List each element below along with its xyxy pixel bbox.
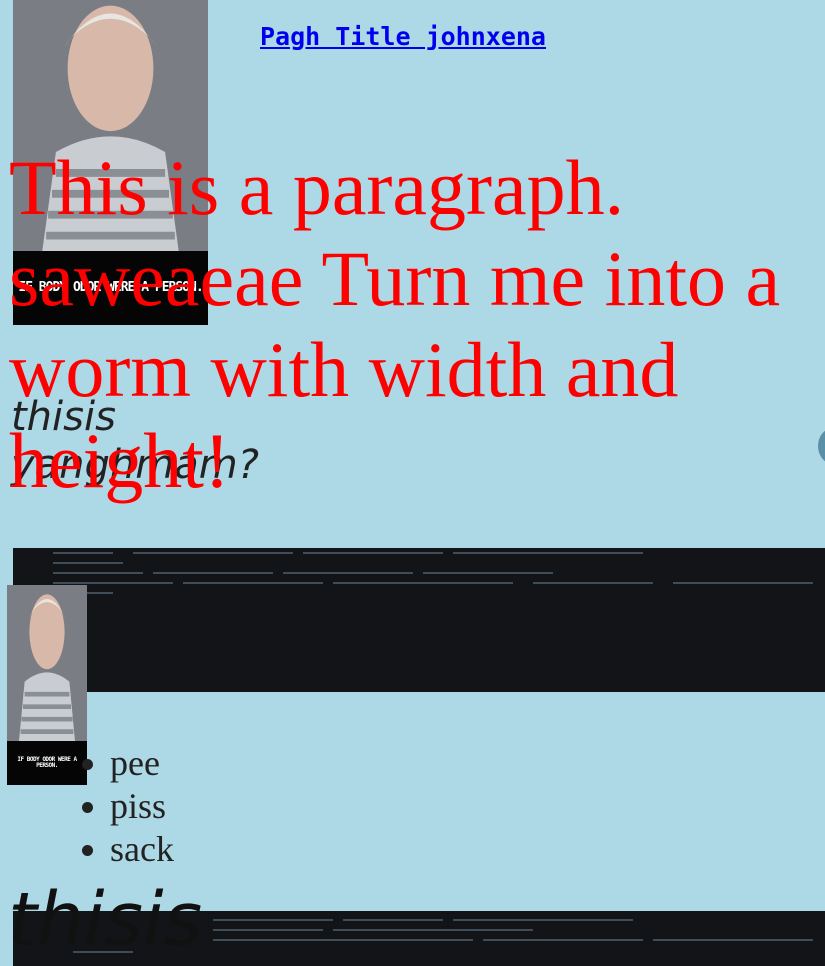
list-item: piss (110, 785, 174, 828)
red-paragraph: This is a paragraph. saweaeae Turn me in… (9, 144, 781, 504)
footer-italic-text: thisis (8, 877, 203, 963)
list-item: sack (110, 828, 174, 871)
page-title-link[interactable]: Pagh Title johnxena (260, 22, 546, 51)
list-item: pee (110, 742, 174, 785)
item-list: pee piss sack (70, 742, 174, 871)
code-screenshot-top (13, 548, 825, 692)
photo-graphic-small (7, 585, 87, 741)
